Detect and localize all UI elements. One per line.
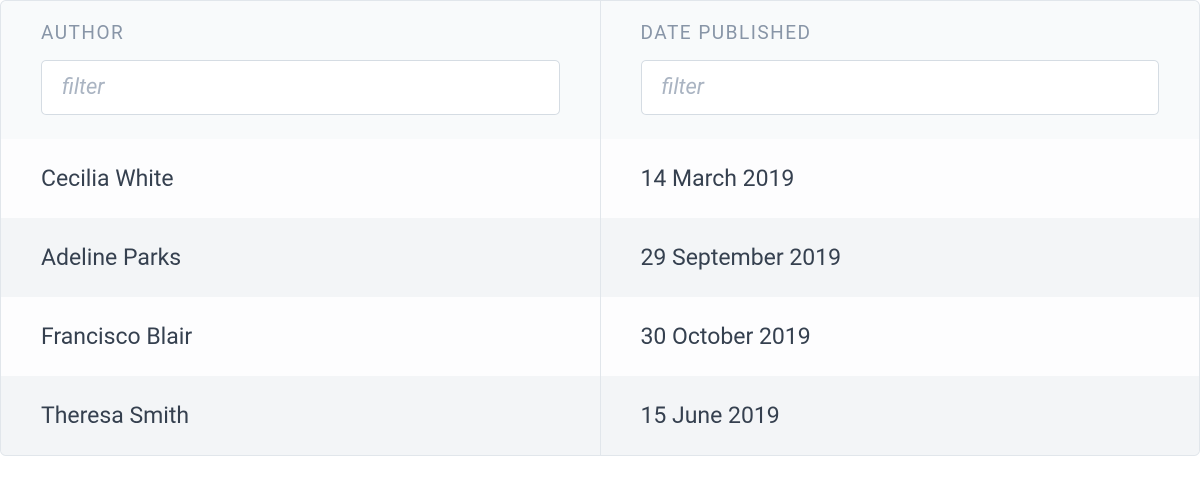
cell-date-published: 15 June 2019 — [601, 376, 1200, 455]
table-row: Adeline Parks 29 September 2019 — [1, 218, 1199, 297]
table-header-row: AUTHOR DATE PUBLISHED — [1, 1, 1199, 139]
cell-author: Theresa Smith — [1, 376, 601, 455]
cell-author: Adeline Parks — [1, 218, 601, 297]
table-row: Theresa Smith 15 June 2019 — [1, 376, 1199, 455]
cell-author: Cecilia White — [1, 139, 601, 218]
column-label-date-published: DATE PUBLISHED — [641, 21, 1160, 44]
table-row: Francisco Blair 30 October 2019 — [1, 297, 1199, 376]
cell-date-published: 14 March 2019 — [601, 139, 1200, 218]
table-row: Cecilia White 14 March 2019 — [1, 139, 1199, 218]
data-table: AUTHOR DATE PUBLISHED Cecilia White 14 M… — [0, 0, 1200, 456]
cell-author: Francisco Blair — [1, 297, 601, 376]
cell-date-published: 29 September 2019 — [601, 218, 1200, 297]
cell-date-published: 30 October 2019 — [601, 297, 1200, 376]
column-header-author: AUTHOR — [1, 1, 601, 139]
filter-input-date-published[interactable] — [641, 60, 1160, 115]
column-label-author: AUTHOR — [41, 21, 560, 44]
column-header-date-published: DATE PUBLISHED — [601, 1, 1200, 139]
filter-input-author[interactable] — [41, 60, 560, 115]
